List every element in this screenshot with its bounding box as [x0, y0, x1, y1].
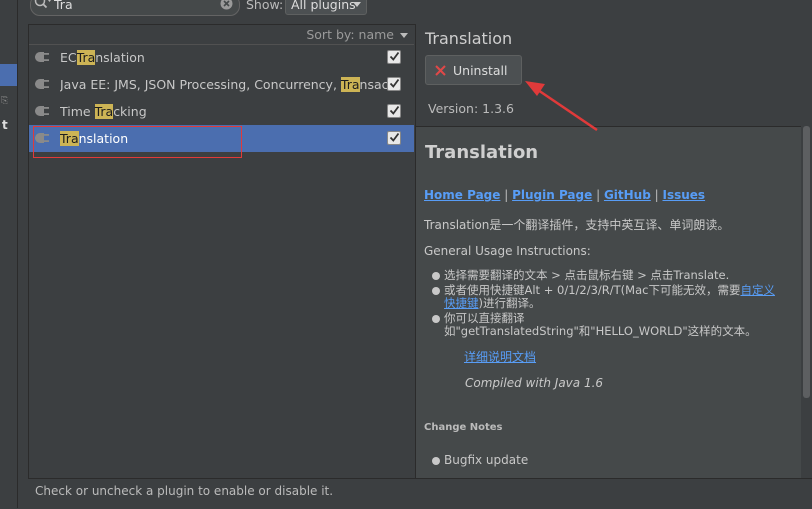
plugin-name-text: nsac [359, 77, 389, 92]
plugin-detail-title: Translation [425, 29, 513, 48]
plugin-enabled-checkbox[interactable] [387, 50, 401, 64]
plugin-enabled-checkbox[interactable] [387, 131, 401, 145]
plugin-description-text: Translation是一个翻译插件，支持中英互译、单词朗读。 [424, 218, 730, 232]
plugin-version: Version: 1.3.6 [428, 101, 514, 116]
description-heading: Translation [425, 142, 539, 163]
plugin-page-link[interactable]: Plugin Page [512, 188, 592, 202]
search-match-highlight: Tra [340, 77, 360, 92]
annotation-arrow-icon [525, 81, 598, 132]
show-filter-label: Show: [246, 0, 284, 12]
sidebar-label-fragment: t [2, 118, 8, 132]
usage-item-text: )进行翻译。 [478, 296, 541, 310]
settings-sidebar-edge: ⎘ t [0, 0, 18, 508]
close-icon [435, 65, 446, 76]
plugin-list-header[interactable]: Sort by: name [29, 25, 414, 45]
plugin-name-text: cking [113, 104, 147, 119]
home-page-link[interactable]: Home Page [424, 188, 500, 202]
detailed-docs-link[interactable]: 详细说明文档 [464, 348, 536, 365]
checkmark-icon [389, 132, 400, 142]
change-notes-title: Change Notes [424, 422, 503, 433]
plugin-name: Time Tracking [60, 104, 400, 119]
plugin-name-text: nslation [95, 50, 145, 65]
plugin-row[interactable]: Time Tracking [29, 98, 414, 125]
sidebar-selected-item[interactable] [0, 64, 17, 86]
search-input[interactable] [54, 0, 219, 12]
bullet-icon [432, 287, 440, 295]
status-text: Check or uncheck a plugin to enable or d… [35, 484, 334, 498]
usage-item: 或者使用快捷键Alt + 0/1/2/3/R/T(Mac下可能无效，需要自定义快… [444, 284, 784, 310]
uninstall-button[interactable]: Uninstall [425, 55, 522, 85]
plugin-row[interactable]: ECTranslation [29, 44, 414, 71]
usage-instructions-title: General Usage Instructions: [424, 244, 591, 258]
sort-chevron-icon[interactable] [400, 33, 408, 38]
plugin-name: Java EE: JMS, JSON Processing, Concurren… [60, 77, 400, 92]
checkmark-icon [389, 105, 400, 115]
compiled-with-note: Compiled with Java 1.6 [465, 376, 604, 390]
plugin-icon [35, 79, 49, 89]
plugin-icon [35, 106, 49, 116]
checkmark-icon [389, 51, 400, 61]
plugin-name: ECTranslation [60, 50, 400, 65]
usage-item: 选择需要翻译的文本 > 点击鼠标右键 > 点击Translate. [444, 268, 730, 282]
search-match-highlight: Tra [76, 50, 96, 65]
change-note-item: Bugfix update [444, 453, 529, 467]
plugin-row[interactable]: Java EE: JMS, JSON Processing, Concurren… [29, 71, 414, 98]
annotation-highlight-box [33, 126, 242, 158]
plugin-name-text: EC [60, 50, 77, 65]
bullet-icon [432, 315, 440, 323]
bullet-icon [432, 272, 440, 280]
search-icon[interactable] [34, 0, 54, 11]
bullet-icon [432, 457, 440, 465]
sort-by-label[interactable]: Sort by: name [306, 27, 394, 42]
plugin-enabled-checkbox[interactable] [387, 77, 401, 91]
link-separator: | [650, 188, 663, 202]
github-link[interactable]: GitHub [604, 188, 651, 202]
copy-icon: ⎘ [1, 96, 9, 106]
plugin-name-text: Time [60, 104, 95, 119]
usage-item: 你可以直接翻译如"getTranslatedString"和"HELLO_WOR… [444, 311, 757, 338]
description-scrollbar-thumb[interactable] [803, 126, 810, 398]
plugin-name-text: Java EE: JMS, JSON Processing, Concurren… [60, 77, 341, 92]
show-filter-value: All plugins [291, 0, 356, 12]
usage-item-text: 或者使用快捷键Alt + 0/1/2/3/R/T(Mac下可能无效，需要 [444, 283, 741, 297]
plugin-icon [35, 52, 49, 62]
plugin-links: Home Page | Plugin Page | GitHub | Issue… [424, 188, 705, 202]
show-filter-dropdown[interactable]: All plugins [285, 0, 367, 15]
chevron-down-icon [353, 2, 361, 7]
clear-icon[interactable] [220, 0, 233, 10]
link-separator: | [592, 188, 604, 202]
checkmark-icon [389, 78, 400, 88]
link-separator: | [500, 188, 513, 202]
plugin-enabled-checkbox[interactable] [387, 104, 401, 118]
search-match-highlight: Tra [94, 104, 114, 119]
issues-link[interactable]: Issues [662, 188, 705, 202]
uninstall-label: Uninstall [453, 63, 508, 78]
